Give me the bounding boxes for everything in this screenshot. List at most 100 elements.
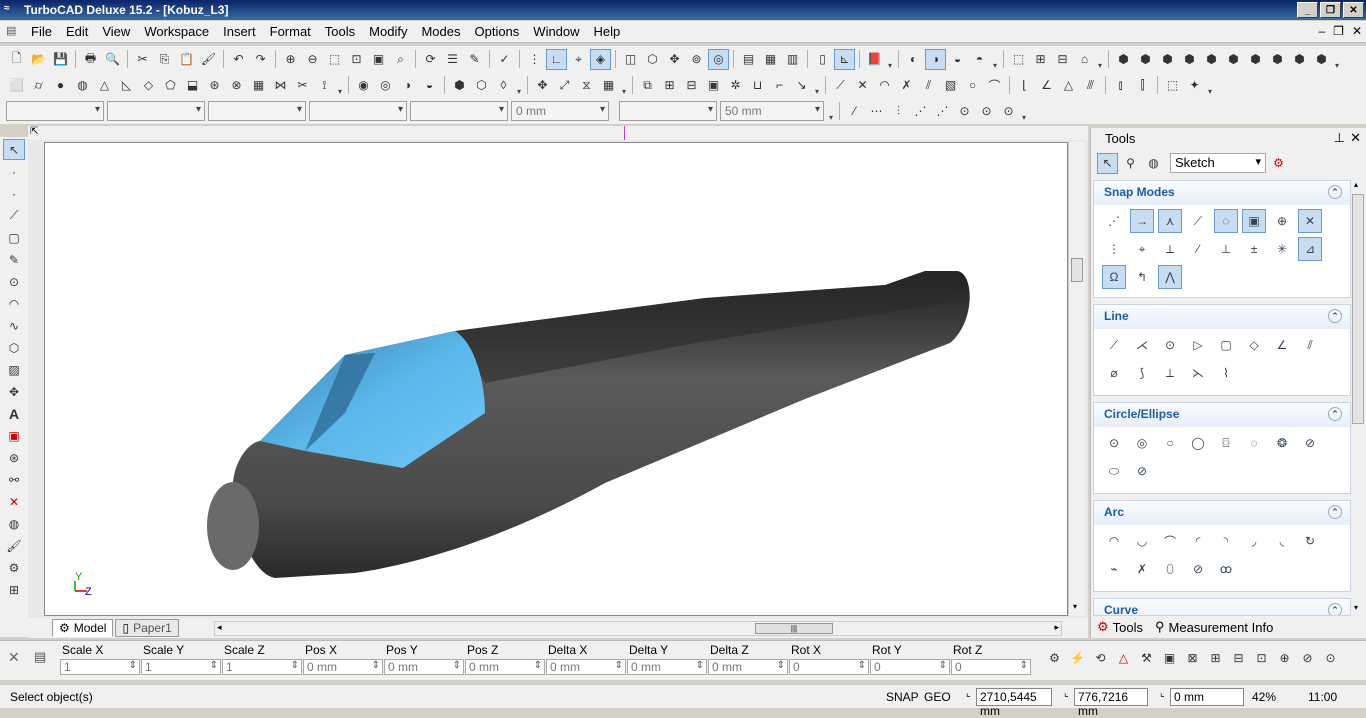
snap-middle-icon[interactable]: → — [1130, 209, 1154, 233]
pin-icon[interactable]: ⊥ — [1334, 130, 1345, 146]
join-icon[interactable]: ⊔ — [747, 75, 768, 96]
iso-view-2-icon[interactable]: ⬢ — [1135, 49, 1156, 70]
polygon-tool-icon[interactable]: ⬡ — [3, 337, 25, 358]
mdi-close-button[interactable]: ✕ — [1352, 24, 1362, 38]
circle-3pt-icon[interactable]: ◯ — [1186, 431, 1210, 455]
perpendicular-line-icon[interactable]: ⟂ — [1158, 361, 1182, 385]
mdi-minimize-button[interactable]: – — [1318, 24, 1325, 38]
inspector-tool-2-icon[interactable]: ⚡ — [1067, 647, 1088, 668]
inspector-tool-8-icon[interactable]: ⊞ — [1205, 647, 1226, 668]
select-arrow-icon[interactable]: ↖ — [3, 139, 25, 160]
polygon-line-icon[interactable]: ▷ — [1186, 333, 1210, 357]
iso-view-5-icon[interactable]: ⬢ — [1201, 49, 1222, 70]
delta-z-input[interactable]: 0 mm — [708, 659, 788, 675]
iso-view-6-icon[interactable]: ⬢ — [1223, 49, 1244, 70]
render-draft-icon[interactable]: ◓ — [969, 49, 990, 70]
inspector-tool-3-icon[interactable]: ⟲ — [1090, 647, 1111, 668]
toolbar-overflow-icon-3[interactable]: ▾ — [1096, 48, 1104, 70]
snap-drawing-aid-icon[interactable]: ⌖ — [1130, 237, 1154, 261]
arc-cycle-icon[interactable]: ↻ — [1298, 529, 1322, 553]
freehand-icon[interactable]: ✎ — [3, 249, 25, 270]
tangent-arc-line-icon[interactable]: ⟆ — [1130, 361, 1154, 385]
paste-icon[interactable]: 📋 — [176, 49, 197, 70]
delta-x-input[interactable]: 0 mm — [546, 659, 626, 675]
cross-icon[interactable]: ✗ — [896, 75, 917, 96]
panel-scroll-down-icon[interactable]: ▾ — [1354, 603, 1358, 612]
pos-x-input[interactable]: 0 mm — [303, 659, 383, 675]
copy-icon[interactable]: ⎘ — [154, 49, 175, 70]
zoom-extents-icon[interactable]: ⊡ — [346, 49, 367, 70]
point-dash-icon[interactable]: ⋯ — [866, 101, 887, 122]
concentric-circle-icon[interactable]: ◎ — [1130, 431, 1154, 455]
inspector-close-icon[interactable]: ✕ — [8, 649, 20, 666]
modify-tool-icon[interactable]: ⚙ — [3, 557, 25, 578]
chamfer-icon[interactable]: ◊ — [493, 75, 514, 96]
snap-quadrant-icon[interactable]: ◌ — [1214, 209, 1238, 233]
arc-header[interactable]: Arc ⌃ — [1094, 501, 1350, 525]
toolbar-overflow-icon[interactable]: ▾ — [886, 48, 894, 70]
vertical-scroll-thumb[interactable] — [1071, 258, 1083, 282]
paint-tool-icon[interactable]: 🖌 — [3, 535, 25, 556]
circle-cross-icon[interactable]: ⊘ — [1298, 431, 1322, 455]
parallel-line-icon[interactable]: ⫽ — [1298, 333, 1322, 357]
arc-tangent-2-icon[interactable]: ◟ — [1270, 529, 1294, 553]
arc-3pt-icon[interactable]: ◜ — [1186, 529, 1210, 553]
zoom-page-icon[interactable]: ▣ — [368, 49, 389, 70]
snap-modes-header[interactable]: Snap Modes ⌃ — [1094, 181, 1350, 205]
arc-cross-icon[interactable]: ✗ — [1130, 557, 1154, 581]
arc-elliptical-icon[interactable]: ⬯ — [1158, 557, 1182, 581]
ortho-icon[interactable]: ∟ — [546, 48, 567, 70]
menu-options[interactable]: Options — [467, 24, 526, 39]
circle-ellipse-header[interactable]: Circle/Ellipse ⌃ — [1094, 403, 1350, 427]
inspector-tool-13-icon[interactable]: ⊙ — [1320, 647, 1341, 668]
circle-tangent-icon[interactable]: ⌼ — [1214, 431, 1238, 455]
ruler-corner-icon[interactable]: ⇱ — [30, 126, 38, 137]
menu-format[interactable]: Format — [263, 24, 318, 39]
library-icon[interactable]: ▥ — [782, 49, 803, 70]
array-icon[interactable]: ▦ — [598, 75, 619, 96]
inspector-menu-icon[interactable]: ▤ — [34, 649, 46, 665]
horizontal-scroll-thumb[interactable]: ||| — [755, 623, 833, 634]
snap-indicator[interactable]: SNAP — [886, 690, 919, 704]
solid-tool-icon[interactable]: ◍ — [3, 513, 25, 534]
point-line-icon[interactable]: ⁄ — [844, 101, 865, 122]
boolean-subtract-icon[interactable]: ◎ — [375, 75, 396, 96]
collapse-icon-4[interactable]: ⌃ — [1328, 505, 1342, 519]
arc-center-icon[interactable]: ◠ — [1102, 529, 1126, 553]
extend-icon[interactable]: ↘ — [791, 75, 812, 96]
cube-icon[interactable]: ⬡ — [642, 49, 663, 70]
boolean-intersect-icon[interactable]: ◑ — [397, 75, 418, 96]
snap-plus-icon[interactable]: ± — [1242, 237, 1266, 261]
snap-nearest-icon[interactable]: ⟋ — [1186, 209, 1210, 233]
iso-view-8-icon[interactable]: ⬢ — [1267, 49, 1288, 70]
text-tool-icon[interactable]: A — [3, 403, 25, 424]
snap-angle-icon[interactable]: ↰ — [1130, 265, 1154, 289]
tab-measurement-info[interactable]: Measurement Info — [1169, 620, 1274, 635]
parallel-icon[interactable]: ⫽ — [918, 75, 939, 96]
move-tool-icon[interactable]: ✥ — [3, 381, 25, 402]
render-wireframe-icon[interactable]: ◐ — [903, 49, 924, 70]
book-icon[interactable]: 📕 — [864, 49, 885, 70]
circle-2pt-icon[interactable]: ○ — [1158, 431, 1182, 455]
hatch-tool-icon[interactable]: ▨ — [3, 359, 25, 380]
snap-magnet-icon[interactable]: ⌖ — [568, 49, 589, 70]
maximize-button[interactable]: ❐ — [1320, 2, 1341, 18]
drawing-canvas[interactable]: Y Z — [44, 142, 1068, 616]
toolbar-overflow-icon-9[interactable]: ▾ — [1206, 74, 1214, 96]
split-icon[interactable]: ⫾ — [1110, 75, 1131, 96]
render-quality-icon[interactable]: ◒ — [947, 49, 968, 70]
arc-double-icon[interactable]: ◞ — [1242, 529, 1266, 553]
revolve-icon[interactable]: ⊛ — [204, 75, 225, 96]
arc-concentric-icon[interactable]: ◡ — [1130, 529, 1154, 553]
menu-workspace[interactable]: Workspace — [137, 24, 216, 39]
mirror-icon[interactable]: ⧖ — [576, 75, 597, 96]
3d-view-icon[interactable]: ◫ — [620, 49, 641, 70]
rotated-rect-icon[interactable]: ◇ — [1242, 333, 1266, 357]
intersect-tool-icon[interactable]: ✕ — [3, 491, 25, 512]
dimension-tool-icon[interactable]: ⊛ — [3, 447, 25, 468]
menu-modify[interactable]: Modify — [362, 24, 414, 39]
snap-circle-center-icon[interactable]: ⊕ — [1270, 209, 1294, 233]
inspector-tool-7-icon[interactable]: ⊠ — [1182, 647, 1203, 668]
imprint-icon[interactable]: ⬡ — [471, 75, 492, 96]
toolbar-overflow-icon-2[interactable]: ▾ — [991, 48, 999, 70]
